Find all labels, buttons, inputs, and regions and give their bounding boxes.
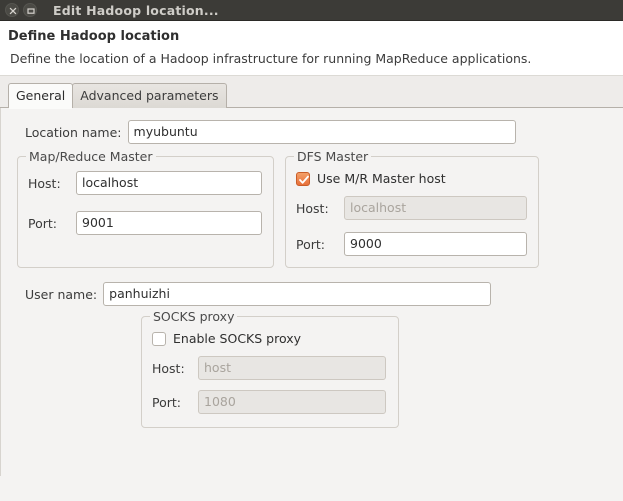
dfs-port-label: Port: <box>296 236 325 252</box>
mapreduce-host-label: Host: <box>28 175 61 191</box>
use-mr-master-host-checkbox[interactable] <box>296 171 310 186</box>
general-tab-panel: Location name: myubuntu Map/Reduce Maste… <box>0 108 623 476</box>
socks-host-row: Host: host <box>152 356 388 380</box>
mapreduce-master-group-title: Map/Reduce Master <box>26 149 156 164</box>
window-title: Edit Hadoop location... <box>53 2 219 18</box>
page-title: Define Hadoop location <box>8 29 180 44</box>
mapreduce-host-input[interactable]: localhost <box>76 171 262 195</box>
enable-socks-proxy-label: Enable SOCKS proxy <box>173 331 302 346</box>
location-name-label: Location name: <box>25 124 122 140</box>
tab-advanced-parameters[interactable]: Advanced parameters <box>72 83 227 108</box>
socks-host-label: Host: <box>152 360 185 376</box>
mapreduce-port-row: Port: 9001 <box>28 211 263 235</box>
location-name-row: Location name: myubuntu <box>1 120 623 144</box>
tab-bar: General Advanced parameters <box>0 76 623 109</box>
dfs-master-group: DFS Master Use M/R Master host Host: loc… <box>285 149 539 268</box>
location-name-input[interactable]: myubuntu <box>127 120 516 144</box>
dfs-master-group-title: DFS Master <box>294 149 372 164</box>
enable-socks-proxy-row[interactable]: Enable SOCKS proxy <box>152 331 388 346</box>
mapreduce-host-row: Host: localhost <box>28 171 263 195</box>
socks-port-row: Port: 1080 <box>152 390 388 414</box>
mapreduce-port-label: Port: <box>28 215 57 231</box>
user-name-input[interactable]: panhuizhi <box>103 282 492 306</box>
socks-host-input: host <box>198 356 386 380</box>
maximize-icon[interactable] <box>23 3 37 17</box>
dfs-port-input[interactable]: 9000 <box>344 232 527 256</box>
dfs-host-label: Host: <box>296 200 329 216</box>
socks-proxy-group-title: SOCKS proxy <box>150 309 238 324</box>
mapreduce-master-group: Map/Reduce Master Host: localhost Port: … <box>17 149 274 268</box>
use-mr-master-host-label: Use M/R Master host <box>317 171 446 186</box>
master-groups: Map/Reduce Master Host: localhost Port: … <box>1 149 623 268</box>
page-description: Define the location of a Hadoop infrastr… <box>10 51 532 66</box>
enable-socks-proxy-checkbox[interactable] <box>152 331 166 346</box>
dialog-header: Define Hadoop location Define the locati… <box>0 21 623 76</box>
checkmark-icon <box>299 175 309 184</box>
use-mr-master-host-row[interactable]: Use M/R Master host <box>296 171 528 186</box>
socks-port-input: 1080 <box>198 390 386 414</box>
socks-proxy-group: SOCKS proxy Enable SOCKS proxy Host: hos… <box>141 309 399 428</box>
user-name-label: User name: <box>25 286 98 302</box>
mapreduce-port-input[interactable]: 9001 <box>76 211 262 235</box>
dfs-host-input: localhost <box>344 196 527 220</box>
dfs-host-row: Host: localhost <box>296 196 528 220</box>
socks-proxy-wrapper: SOCKS proxy Enable SOCKS proxy Host: hos… <box>1 309 623 428</box>
user-name-row: User name: panhuizhi <box>1 282 623 306</box>
close-icon[interactable] <box>5 3 19 17</box>
socks-port-label: Port: <box>152 394 181 410</box>
dfs-port-row: Port: 9000 <box>296 232 528 256</box>
window-titlebar: Edit Hadoop location... <box>0 0 623 21</box>
tab-general[interactable]: General <box>8 83 74 109</box>
